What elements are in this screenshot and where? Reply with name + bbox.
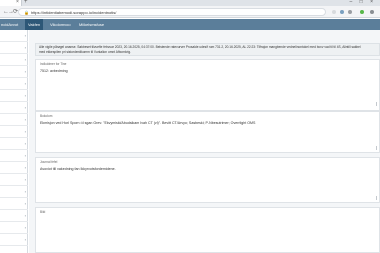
sidebar-item[interactable]: › [0,42,28,54]
main-content: Alle vigile pårøgel ananse. Søkbeset til… [29,30,380,253]
sidebar-item[interactable]: › [0,186,28,198]
extension-icon[interactable] [360,10,364,14]
chevron-right-icon: › [24,177,26,182]
panel-value: Avoviot till vakedning fan Ikkyrvotsford… [40,167,116,171]
panel-value: 7512: avbedming [40,69,68,73]
sidebar-item[interactable]: › [0,150,28,162]
lock-icon: 🔒 [24,10,29,15]
chevron-right-icon: › [24,237,26,242]
chevron-right-icon: › [24,213,26,218]
resize-handle[interactable] [376,146,377,150]
chevron-right-icon: › [24,33,26,38]
sidebar-item[interactable]: › [0,114,28,126]
tab-close-icon[interactable]: × [16,0,19,5]
sidebar-item[interactable]: › [0,174,28,186]
chevron-right-icon: › [24,201,26,206]
sidebar-item[interactable]: › [0,66,28,78]
extension-icon[interactable] [348,10,352,14]
chevron-right-icon: › [24,141,26,146]
chevron-right-icon: › [24,117,26,122]
sidebar-item[interactable]: › [0,78,28,90]
chevron-right-icon: › [24,225,26,230]
info-line: Alle vigile pårøgel ananse. Søkbeset til… [39,45,361,49]
sidebar-item[interactable]: › [0,126,28,138]
chevron-right-icon: › [24,45,26,50]
panel-label: Journal fefel [40,160,58,164]
resize-handle[interactable] [376,196,377,200]
url-input[interactable]: 🔒 https://intidentiabemodi.sorappo.io/inc… [18,8,326,16]
panel-label: Bokolom [40,114,53,118]
info-banner: Alle vigile pårøgel ananse. Søkbeset til… [35,43,380,56]
sidebar-item[interactable]: › [0,222,28,234]
sidebar-item[interactable]: › [0,54,28,66]
sidebar-item[interactable]: › [0,162,28,174]
extension-icon[interactable] [340,10,344,14]
sidebar-item[interactable]: › [0,30,28,42]
panel-label: Bild [40,210,46,214]
extension-icon[interactable] [332,10,336,14]
tab-vakfen[interactable]: Vakfen [25,19,44,30]
textarea-panel[interactable]: Bokolom Ekmisjon ved Horl Sporn •\l sgan… [35,111,380,153]
chevron-right-icon: › [24,105,26,110]
chevron-right-icon: › [24,93,26,98]
sidebar-item[interactable]: › [0,138,28,150]
textarea-panel[interactable]: Journal fefel Avoviot till vakedning fan… [35,157,380,203]
sidebar-item[interactable]: › [0,102,28,114]
url-text: https://intidentiabemodi.sorappo.io/inci… [30,10,117,15]
sidebar: › › › › › › › › › › › › › › › › › › [0,30,28,253]
sidebar-item[interactable]: › [0,210,28,222]
panel-value: Ekmisjon ved Horl Sporn •\l sgan Grev: "… [40,121,256,125]
sidebar-item[interactable]: › [0,90,28,102]
chevron-right-icon: › [24,153,26,158]
chevron-right-icon: › [24,57,26,62]
app-navbar: ncidAvvot Vakfen Vikolomvoo Miikelsmsfus… [0,19,380,30]
chevron-right-icon: › [24,165,26,170]
profile-icon[interactable] [370,10,374,14]
chevron-right-icon: › [24,129,26,134]
app-brand[interactable]: ncidAvvot [0,19,22,30]
app-window: × + – □ × ← → ⟳ 🔒 https://intidentiabemod… [0,0,380,253]
tab-miikelsmsfuse[interactable]: Miikelsmsfuse [76,19,107,30]
chevron-right-icon: › [24,81,26,86]
tab-vikolomvoo[interactable]: Vikolomvoo [47,19,74,30]
textarea-panel[interactable]: Bild [35,207,380,253]
address-bar: ← → ⟳ 🔒 https://intidentiabemodi.sorappo.… [0,6,380,18]
panel-label: Indluidmer for Tine [40,62,67,66]
sidebar-item[interactable]: › [0,198,28,210]
chevron-right-icon: › [24,189,26,194]
chevron-right-icon: › [24,69,26,74]
textarea-panel[interactable]: Indluidmer for Tine 7512: avbedming [35,59,380,111]
info-line: med ekkespilen pri sistorderdikomm til V… [39,49,131,54]
sidebar-item[interactable]: › [0,234,28,246]
resize-handle[interactable] [376,102,377,106]
